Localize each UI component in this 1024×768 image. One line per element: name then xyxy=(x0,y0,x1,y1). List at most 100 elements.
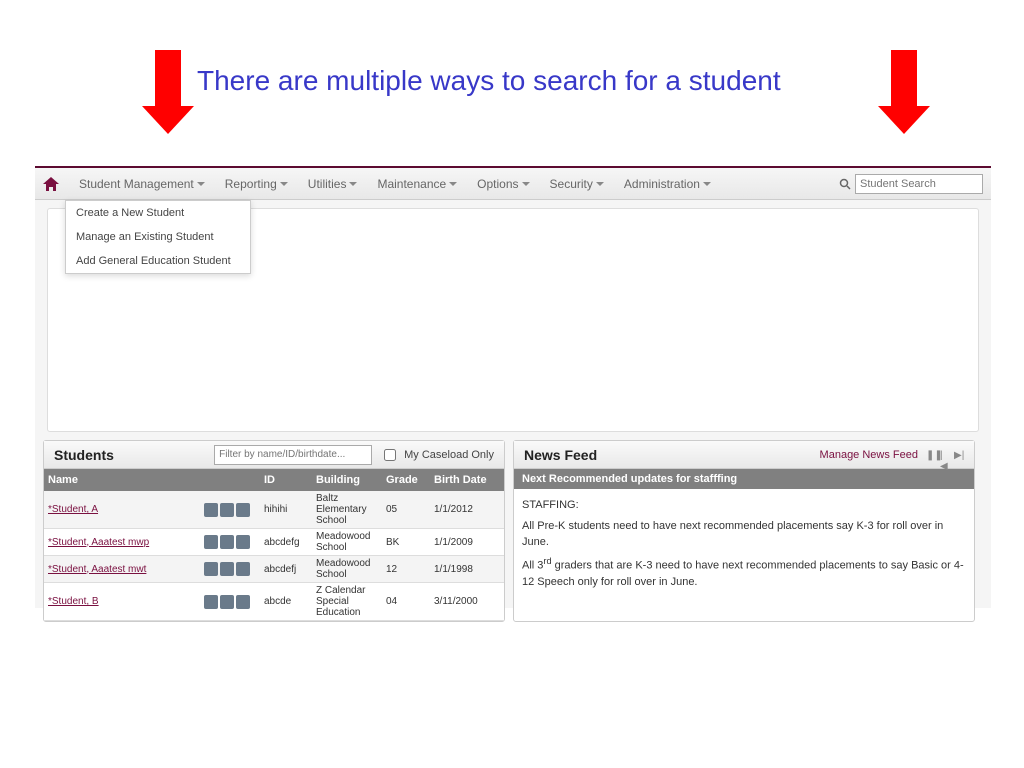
cell-birth: 1/1/2009 xyxy=(430,535,500,550)
news-p1: All Pre-K students need to have next rec… xyxy=(522,518,966,551)
students-table-body: *Student, A hihihi Baltz Elementary Scho… xyxy=(44,491,504,621)
cell-id: hihihi xyxy=(260,502,312,517)
nav-label: Options xyxy=(477,177,518,191)
action-icon[interactable] xyxy=(220,503,234,517)
cell-birth: 1/1/2012 xyxy=(430,502,500,517)
action-icon[interactable] xyxy=(204,535,218,549)
navbar: Student Management Reporting Utilities M… xyxy=(35,168,991,200)
row-actions xyxy=(200,501,260,519)
arrow-to-search xyxy=(878,50,930,134)
nav-reporting[interactable]: Reporting xyxy=(215,177,298,191)
action-icon[interactable] xyxy=(220,595,234,609)
student-link[interactable]: *Student, A xyxy=(48,504,98,515)
students-header: Students My Caseload Only xyxy=(44,441,504,469)
menu-create-student[interactable]: Create a New Student xyxy=(66,201,250,225)
action-icon[interactable] xyxy=(204,562,218,576)
cell-grade: 04 xyxy=(382,594,430,609)
col-name[interactable]: Name xyxy=(44,472,200,488)
cell-building: Meadowood School xyxy=(312,556,382,582)
content-area: Students My Caseload Only Name ID Buildi… xyxy=(35,432,991,630)
action-icon[interactable] xyxy=(220,562,234,576)
caseload-label: My Caseload Only xyxy=(404,449,494,461)
chevron-down-icon xyxy=(522,182,530,186)
students-title: Students xyxy=(54,447,114,463)
chevron-down-icon xyxy=(197,182,205,186)
nav-label: Security xyxy=(550,177,593,191)
action-icon[interactable] xyxy=(220,535,234,549)
col-building[interactable]: Building xyxy=(312,472,382,488)
students-table-header: Name ID Building Grade Birth Date xyxy=(44,469,504,491)
table-row: *Student, B abcde Z Calendar Special Edu… xyxy=(44,583,504,621)
news-heading: STAFFING: xyxy=(522,497,966,514)
action-icon[interactable] xyxy=(236,595,250,609)
action-icon[interactable] xyxy=(236,535,250,549)
row-actions xyxy=(200,593,260,611)
cell-birth: 3/11/2000 xyxy=(430,594,500,609)
action-icon[interactable] xyxy=(204,503,218,517)
news-controls: ❚❚ |◀ ▶| xyxy=(926,450,964,460)
cell-building: Baltz Elementary School xyxy=(312,491,382,528)
nav-label: Utilities xyxy=(308,177,347,191)
table-row: *Student, Aaatest mwt abcdefj Meadowood … xyxy=(44,556,504,583)
news-body: STAFFING: All Pre-K students need to hav… xyxy=(514,489,974,602)
action-icon[interactable] xyxy=(236,562,250,576)
news-panel: News Feed Manage News Feed ❚❚ |◀ ▶| Next… xyxy=(513,440,975,622)
next-icon[interactable]: ▶| xyxy=(954,450,964,460)
search-icon xyxy=(839,178,851,190)
chevron-down-icon xyxy=(280,182,288,186)
cell-building: Meadowood School xyxy=(312,529,382,555)
news-header: News Feed Manage News Feed ❚❚ |◀ ▶| xyxy=(514,441,974,469)
nav-student-management[interactable]: Student Management xyxy=(69,177,215,191)
news-subheader: Next Recommended updates for stafffing xyxy=(514,469,974,489)
cell-id: abcdefj xyxy=(260,562,312,577)
cell-grade: BK xyxy=(382,535,430,550)
prev-icon[interactable]: |◀ xyxy=(940,450,950,460)
table-row: *Student, Aaatest mwp abcdefg Meadowood … xyxy=(44,529,504,556)
cell-id: abcde xyxy=(260,594,312,609)
pause-icon[interactable]: ❚❚ xyxy=(926,450,936,460)
chevron-down-icon xyxy=(596,182,604,186)
student-link[interactable]: *Student, B xyxy=(48,596,99,607)
filter-input[interactable] xyxy=(214,445,372,465)
menu-manage-student[interactable]: Manage an Existing Student xyxy=(66,225,250,249)
manage-news-link[interactable]: Manage News Feed xyxy=(820,449,918,461)
action-icon[interactable] xyxy=(236,503,250,517)
students-panel: Students My Caseload Only Name ID Buildi… xyxy=(43,440,505,622)
chevron-down-icon xyxy=(449,182,457,186)
slide-title: There are multiple ways to search for a … xyxy=(197,65,781,97)
menu-add-gened-student[interactable]: Add General Education Student xyxy=(66,249,250,273)
cell-birth: 1/1/1998 xyxy=(430,562,500,577)
news-p2: All 3rd graders that are K-3 need to hav… xyxy=(522,555,966,591)
chevron-down-icon xyxy=(703,182,711,186)
arrow-to-menu xyxy=(142,50,194,134)
nav-security[interactable]: Security xyxy=(540,177,614,191)
app-window: Student Management Reporting Utilities M… xyxy=(35,166,991,608)
col-grade[interactable]: Grade xyxy=(382,472,430,488)
nav-label: Reporting xyxy=(225,177,277,191)
cell-id: abcdefg xyxy=(260,535,312,550)
student-search-input[interactable] xyxy=(855,174,983,194)
cell-grade: 05 xyxy=(382,502,430,517)
home-icon[interactable] xyxy=(43,177,59,191)
nav-options[interactable]: Options xyxy=(467,177,539,191)
nav-label: Student Management xyxy=(79,177,194,191)
row-actions xyxy=(200,560,260,578)
student-link[interactable]: *Student, Aaatest mwp xyxy=(48,537,149,548)
nav-maintenance[interactable]: Maintenance xyxy=(367,177,467,191)
cell-grade: 12 xyxy=(382,562,430,577)
action-icon[interactable] xyxy=(204,595,218,609)
nav-label: Administration xyxy=(624,177,700,191)
col-birth[interactable]: Birth Date xyxy=(430,472,500,488)
row-actions xyxy=(200,533,260,551)
cell-building: Z Calendar Special Education xyxy=(312,583,382,620)
nav-label: Maintenance xyxy=(377,177,446,191)
caseload-checkbox[interactable] xyxy=(384,449,396,461)
chevron-down-icon xyxy=(349,182,357,186)
search-wrap xyxy=(839,174,983,194)
student-link[interactable]: *Student, Aaatest mwt xyxy=(48,564,146,575)
nav-administration[interactable]: Administration xyxy=(614,177,721,191)
nav-utilities[interactable]: Utilities xyxy=(298,177,368,191)
news-title: News Feed xyxy=(524,447,597,463)
col-id[interactable]: ID xyxy=(260,472,312,488)
table-row: *Student, A hihihi Baltz Elementary Scho… xyxy=(44,491,504,529)
